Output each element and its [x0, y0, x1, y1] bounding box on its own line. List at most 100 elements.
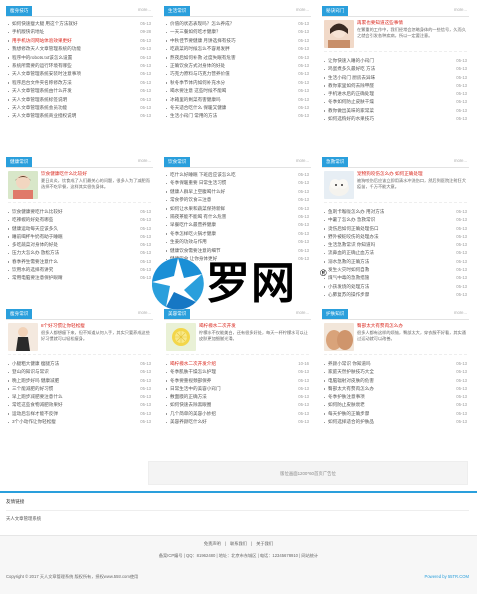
article-link[interactable]: 小腿粗大健康 瘦腿方法 [12, 360, 59, 368]
featured-title[interactable]: 8个好习惯让你轻松瘦 [41, 323, 151, 329]
article-link[interactable]: 用手机访问网站体验效果更好 [12, 37, 72, 45]
list-item[interactable]: 臀部太大有赘肉怎么办 05-13 [324, 385, 467, 393]
box-title[interactable]: 瘦身常识 [6, 309, 33, 319]
article-link[interactable]: 如何选择适合的护肤品 [328, 418, 374, 426]
article-link[interactable]: 中秋佳节要健康 月饼选择有技巧 [170, 37, 236, 45]
list-item[interactable]: 熬夜后如何补救 过度失眠有危害 05-13 [166, 54, 309, 62]
list-item[interactable]: 教你家里如何去除甲醛 05-13 [324, 82, 467, 90]
article-link[interactable]: 冬季要重视颈部保养 [170, 377, 211, 385]
list-item[interactable]: 喝水要注意 这些时候不能喝 05-13 [166, 87, 309, 95]
list-item[interactable]: 冬季肌肤干燥怎么护理 05-13 [166, 368, 309, 376]
more-link[interactable]: more... [138, 158, 151, 163]
article-link[interactable]: 鸡蛋煮多久最好吃 方法 [328, 65, 375, 73]
article-link[interactable]: 饮用水的选择有讲究 [12, 266, 53, 274]
list-item[interactable]: 隔夜茶能不能喝 有什么危害 05-13 [166, 213, 309, 221]
more-link[interactable]: more... [454, 158, 467, 163]
featured-thumbnail[interactable] [324, 323, 354, 351]
article-link[interactable]: 程序后台文件夹名称修改方法 [12, 79, 72, 87]
article-link[interactable]: 天人文章管理系统会员功能 [12, 104, 67, 112]
list-item[interactable]: 用手机访问网站体验效果更好 05-13 [8, 37, 151, 45]
list-item[interactable]: 手机进水后的正确处理 05-13 [324, 90, 467, 98]
article-link[interactable]: 冬季保暖重要 日常生活习惯 [170, 179, 226, 187]
article-link[interactable]: 睡前喝杯牛奶有助于睡眠 [12, 233, 63, 241]
list-item[interactable]: 常用电脑要注意保护眼睛 05-13 [8, 274, 151, 282]
list-item[interactable]: 常食参的饮食三注意 05-13 [166, 196, 309, 204]
article-link[interactable]: 野外被蛇咬伤的处理办法 [328, 233, 379, 241]
article-link[interactable]: 运动后怎样才能不反弹 [12, 410, 58, 418]
ad-banner[interactable]: 版位画面1200*60首页广告位 [148, 461, 468, 485]
list-item[interactable]: 如何让水果和蔬菜保持新鲜 05-13 [166, 205, 309, 213]
footer-powered-by[interactable]: Powered by 55TR.COM [425, 574, 469, 579]
list-item[interactable]: 健康人群早上空腹喝什么好 05-13 [166, 188, 309, 196]
article-link[interactable]: 3个小动作让你轻松瘦 [12, 418, 56, 426]
list-item[interactable]: 一天三餐如何吃才健康？ 05-13 [166, 28, 309, 36]
article-link[interactable]: 熬夜后如何补救 过度失眠有危害 [170, 54, 236, 62]
article-link[interactable]: 冬季如何防止皮肤干燥 [328, 98, 374, 106]
article-link[interactable]: 春季养生需要注意什么 [12, 258, 58, 266]
article-link[interactable]: 巧克力原料与巧克力营养价值 [170, 70, 230, 78]
list-item[interactable]: 养颜小常识 你知道吗 05-13 [324, 360, 467, 368]
list-item[interactable]: 溺水急救的正确方法 05-13 [324, 258, 467, 266]
footer-link-contact[interactable]: 联系我们 [230, 541, 247, 546]
list-item[interactable]: 发生火灾时如何自救 05-13 [324, 266, 467, 274]
list-item[interactable]: 睡前喝杯牛奶有助于睡眠 05-13 [8, 233, 151, 241]
list-item[interactable]: 我想修改天人文章管理系统的功能 05-13 [8, 45, 151, 53]
article-link[interactable]: 隔夜茶能不能喝 有什么危害 [170, 213, 226, 221]
featured-article[interactable]: 8个好习惯让你轻松瘦 很多人都想瘦下来，但不知道从何入手，其实只要养成这些好习惯就… [8, 323, 151, 355]
article-link[interactable]: 手机进水后的正确处理 [328, 90, 374, 98]
list-item[interactable]: 鸡蛋煮多久最好吃 方法 05-13 [324, 65, 467, 73]
article-link[interactable]: 天人文章管理系统标签说明 [12, 96, 67, 104]
featured-title[interactable]: 宠物狗咬伤怎么办 如何正确处理 [357, 171, 467, 177]
article-link[interactable]: 吃蔬菜的时候怎么不容易发胖 [170, 45, 230, 53]
article-link[interactable]: 如何防止皮肤衰老 [328, 401, 365, 409]
list-item[interactable]: 生活小窍门 常用的方法 05-13 [166, 112, 309, 120]
article-link[interactable]: 让你快速入睡的小窍门 [328, 57, 374, 65]
list-item[interactable]: 巧克力原料与巧克力营养价值 05-13 [166, 70, 309, 78]
article-link[interactable]: 天人文章管理系统商业授权说明 [12, 112, 76, 120]
list-item[interactable]: 运动后怎样才能不反弹 05-13 [8, 410, 151, 418]
more-link[interactable]: more... [454, 310, 467, 315]
article-link[interactable]: 生活急救常识 你知道吗 [328, 241, 375, 249]
list-item[interactable]: 饮食健康要吃什么比较好 05-13 [8, 208, 151, 216]
article-link[interactable]: 如何让水果和蔬菜保持新鲜 [170, 205, 225, 213]
list-item[interactable]: 教你做出美味的家常菜 05-13 [324, 107, 467, 115]
list-item[interactable]: 美容养颜吃什么好 05-13 [166, 418, 309, 426]
list-item[interactable]: 天人文章管理系统商业授权说明 05-13 [8, 112, 151, 120]
list-item[interactable]: 小孩发烧的处理方法 05-13 [324, 283, 467, 291]
article-link[interactable]: 常吃这些食物减肥效果好 [12, 401, 63, 409]
featured-title[interactable]: 再累也要知道这些事情 [357, 20, 467, 26]
article-link[interactable]: 如何快速去除黑眼圈 [170, 401, 211, 409]
article-link[interactable]: 冬季肌肤干燥怎么护理 [170, 368, 216, 376]
article-link[interactable]: 登山的知识与常识 [12, 368, 49, 376]
list-item[interactable]: 让你快速入睡的小窍门 05-13 [324, 57, 467, 65]
box-title[interactable]: 生活常识 [164, 6, 191, 16]
article-link[interactable]: 如何选购好的水果技巧 [328, 115, 374, 123]
article-link[interactable]: 喝柠檬水二次开发介绍 [170, 360, 216, 368]
list-item[interactable]: 手机版快讯地址 09-28 [8, 28, 151, 36]
more-link[interactable]: more... [296, 7, 309, 12]
list-item[interactable]: 秋冬季节体内如何补充水分 05-13 [166, 79, 309, 87]
more-link[interactable]: more... [454, 7, 467, 12]
list-item[interactable]: 早上跑步减肥要注意什么 05-13 [8, 393, 151, 401]
list-item[interactable]: 生活小窍门 厨房去异味 05-13 [324, 74, 467, 82]
list-item[interactable]: 喝柠檬水二次开发介绍 10-16 [166, 360, 309, 368]
article-link[interactable]: 早餐吃什么最营养健康 [170, 221, 216, 229]
list-item[interactable]: 冬天适合吃什么 保暖又健康 05-13 [166, 104, 309, 112]
featured-thumbnail[interactable] [324, 171, 354, 199]
article-link[interactable]: 养颜小常识 你知道吗 [328, 360, 371, 368]
article-link[interactable]: 吃辣椒的好处有哪些 [12, 216, 53, 224]
article-link[interactable]: 鱼刺卡喉咙怎么办 用对方法 [328, 208, 384, 216]
list-item[interactable]: 天人文章管理系统由什么开发 05-13 [8, 87, 151, 95]
list-item[interactable]: 烫伤后如何正确处理伤口 05-13 [324, 225, 467, 233]
article-link[interactable]: 烫伤后如何正确处理伤口 [328, 225, 379, 233]
article-link[interactable]: 生姜的功效与作用 [170, 238, 207, 246]
friend-link[interactable]: 天人文章管理系统 [6, 516, 41, 521]
article-link[interactable]: 喝水要注意 这些时候不能喝 [170, 87, 226, 95]
article-link[interactable]: 教你家里如何去除甲醛 [328, 82, 374, 90]
article-link[interactable]: 教你做出美味的家常菜 [328, 107, 374, 115]
featured-thumbnail[interactable] [324, 20, 354, 48]
list-item[interactable]: 心肺复苏的操作步骤 05-13 [324, 291, 467, 299]
article-link[interactable]: 美容养颜吃什么好 [170, 418, 207, 426]
list-item[interactable]: 鱼刺卡喉咙怎么办 用对方法 05-13 [324, 208, 467, 216]
featured-title[interactable]: 饮食健康吃什么比较好 [41, 171, 151, 177]
